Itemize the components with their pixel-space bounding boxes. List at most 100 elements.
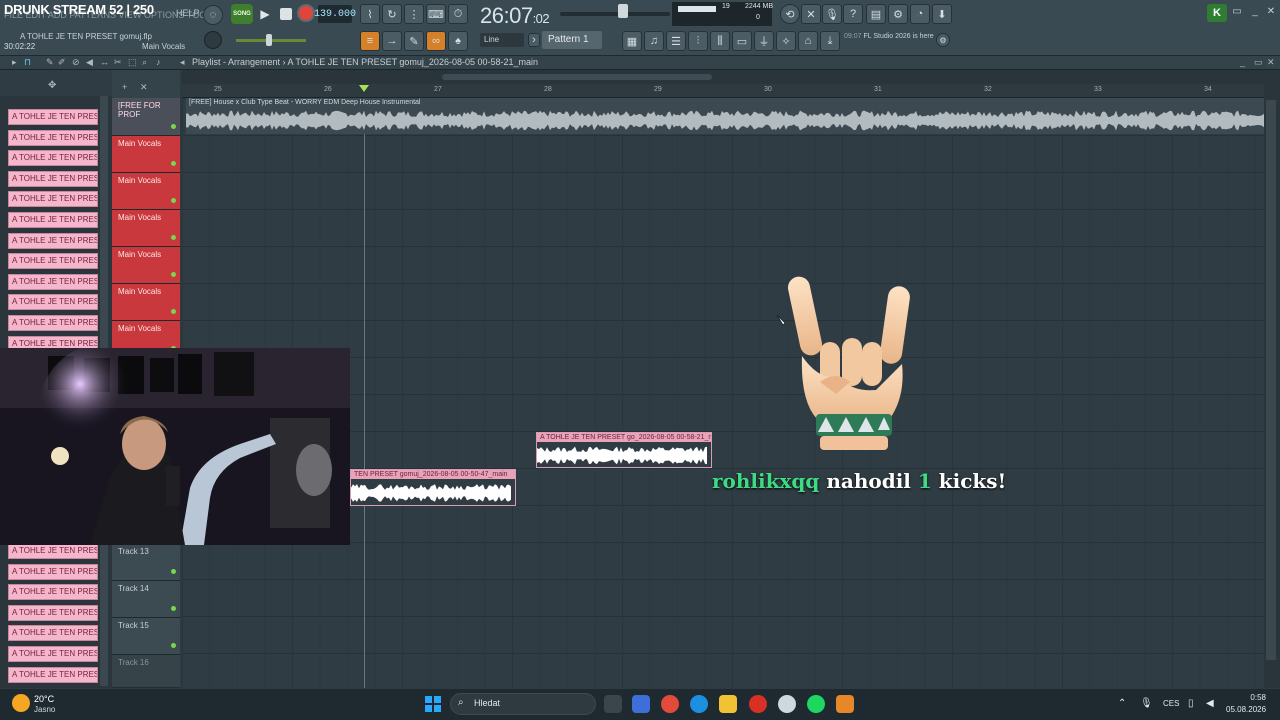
tray-volume-icon[interactable]: ◀ — [1206, 698, 1214, 709]
store-icon[interactable] — [632, 695, 650, 713]
picker-clip-item[interactable]: A TOHLE JE TEN PRESET g — [8, 150, 98, 167]
vocal-clip-a[interactable]: A TOHLE JE TEN PRESET go_2026-08-05 00-5… — [536, 432, 712, 468]
channel-rack-icon[interactable]: ▦ — [622, 31, 642, 51]
stop-button[interactable] — [280, 8, 292, 20]
picker-clip-item[interactable]: A TOHLE JE TEN PRESET g — [8, 315, 98, 331]
draw-tool-icon[interactable]: ✎ — [46, 57, 54, 68]
picker-clip-item[interactable]: A TOHLE JE TEN PRESET g — [8, 232, 98, 249]
magnet-icon[interactable]: ⊓ — [24, 57, 31, 68]
close-icon[interactable]: ✕ — [1264, 4, 1278, 18]
picker-clip-item[interactable]: A TOHLE JE TEN PRESET g — [8, 129, 98, 146]
track-6-led[interactable] — [171, 309, 176, 314]
playlist-restore-icon[interactable]: ▭ — [1254, 57, 1263, 68]
slip-tool-icon[interactable]: ↔ — [100, 57, 109, 67]
tray-mic-icon[interactable]: 🎙 — [1140, 698, 1153, 709]
pitch-slider-knob[interactable] — [618, 4, 628, 18]
kick-overlay-button[interactable]: K — [1207, 4, 1227, 22]
undo-history-icon[interactable]: ⟲ — [780, 4, 800, 24]
mixer-icon[interactable]: ✕ — [801, 4, 821, 24]
track-header-1[interactable]: [FREE FOR PROF — [112, 98, 180, 136]
link-icon[interactable]: ∞ — [426, 31, 446, 51]
clock-time[interactable]: 0:58 — [1226, 693, 1266, 702]
add-track-icon[interactable]: + — [122, 82, 127, 92]
file-explorer-icon[interactable] — [719, 695, 737, 713]
task-view-icon[interactable] — [604, 695, 622, 713]
track-13-led[interactable] — [171, 569, 176, 574]
pattern-select[interactable]: Pattern 1 — [542, 31, 602, 49]
picker-clip-item[interactable]: A TOHLE JE TEN PRESET g — [8, 191, 98, 208]
metronome-knob-icon[interactable]: ◌ — [203, 5, 223, 25]
stems-icon[interactable]: ⤓ — [820, 31, 840, 51]
fl-studio-icon[interactable] — [836, 695, 854, 713]
paint-tool-icon[interactable]: ✐ — [58, 57, 66, 68]
track-header-4[interactable]: Main Vocals — [112, 210, 180, 247]
picker-clip-item[interactable]: A TOHLE JE TEN PRESET g — [8, 563, 98, 580]
track-header-3[interactable]: Main Vocals — [112, 173, 180, 210]
plugin-icon[interactable]: ⚙ — [888, 4, 908, 24]
restore-icon[interactable]: ▭ — [1230, 4, 1244, 18]
picker-clip-item[interactable]: A TOHLE JE TEN PRESET g — [8, 625, 98, 642]
tools-icon[interactable]: ✧ — [776, 31, 796, 51]
weather-description[interactable]: Jasno — [34, 705, 55, 714]
vertical-scroll-thumb[interactable] — [1266, 100, 1276, 660]
track-14-led[interactable] — [171, 606, 176, 611]
keyboard-language[interactable]: CES — [1163, 699, 1179, 708]
select-tool-icon[interactable]: ⬚ — [128, 57, 137, 68]
playlist-close-icon[interactable]: ✕ — [1267, 57, 1275, 68]
weather-sun-icon[interactable] — [12, 694, 30, 712]
clock-date[interactable]: 05.08.2026 — [1226, 705, 1266, 714]
vocal-clip-b[interactable]: TEN PRESET gomuj_2026-08-05 00-50-47_mai… — [350, 469, 516, 506]
master-volume-knob[interactable] — [266, 34, 272, 46]
menu-help[interactable]: HELP — [176, 8, 200, 18]
back-arrow-icon[interactable]: ◂ — [180, 57, 185, 68]
mute-tool-icon[interactable]: ◀ — [86, 57, 93, 68]
download-icon[interactable]: ⬇ — [932, 4, 952, 24]
playlist-minimize-icon[interactable]: _ — [1240, 57, 1245, 67]
file-icon[interactable]: ▭ — [732, 31, 752, 51]
snap-select[interactable]: Line — [480, 33, 524, 47]
song-mode-button[interactable]: SONG — [231, 4, 253, 24]
loop-record-icon[interactable]: ↻ — [382, 4, 402, 24]
picker-clip-item[interactable]: A TOHLE JE TEN PRESET g — [8, 273, 98, 290]
step-edit-icon[interactable]: ⋮ — [404, 4, 424, 24]
beat-clip[interactable]: [FREE] House x Club Type Beat - WORRY ED… — [186, 98, 1264, 134]
minimize-icon[interactable]: _ — [1248, 4, 1262, 18]
playback-tool-icon[interactable]: ♪ — [156, 57, 161, 67]
play-button[interactable]: ▶ — [255, 4, 275, 24]
track-2-led[interactable] — [171, 161, 176, 166]
wave-tool-icon[interactable]: ⌇ — [360, 4, 380, 24]
chat-icon[interactable]: ◔ — [910, 4, 930, 24]
marketplace-icon[interactable]: ⌂ — [798, 31, 818, 51]
record-button[interactable] — [299, 6, 313, 20]
track-3-led[interactable] — [171, 198, 176, 203]
edge-icon[interactable] — [690, 695, 708, 713]
track-header-14[interactable]: Track 14 — [112, 581, 180, 618]
mixer-view-icon[interactable]: ⫶ — [688, 31, 708, 51]
picker-clip-item[interactable]: A TOHLE JE TEN PRESET g — [8, 109, 98, 125]
start-windows-icon[interactable] — [425, 696, 441, 712]
picker-clip-item[interactable]: A TOHLE JE TEN PRESET g — [8, 253, 98, 270]
tempo-display[interactable]: 139.000 — [314, 5, 356, 23]
delete-tool-icon[interactable]: ⊘ — [72, 57, 80, 68]
picker-clip-item[interactable]: A TOHLE JE TEN PRESET g — [8, 646, 98, 662]
track-header-13[interactable]: Track 13 — [112, 544, 180, 581]
track-header-16[interactable]: Track 16 — [112, 655, 180, 688]
pitch-slider-track[interactable] — [560, 12, 670, 16]
track-header-2[interactable]: Main Vocals — [112, 136, 180, 173]
master-pitch-knob[interactable] — [204, 31, 222, 49]
tray-network-icon[interactable]: ▯ — [1188, 698, 1194, 709]
news-panel[interactable]: 09:07 FL Studio 2026 is here — [844, 32, 934, 41]
track-5-led[interactable] — [171, 272, 176, 277]
slice-tool-icon[interactable]: ✂ — [114, 57, 122, 68]
typing-keyboard-icon[interactable]: ⌨ — [426, 4, 446, 24]
horizontal-scroll-thumb[interactable] — [442, 74, 712, 80]
pencil-icon[interactable]: ✎ — [404, 31, 424, 51]
help-icon[interactable]: ? — [843, 4, 863, 24]
arrow-right-icon[interactable]: → — [382, 31, 402, 51]
microphone-icon[interactable]: 🎙 — [822, 4, 842, 24]
picker-clip-item[interactable]: A TOHLE JE TEN PRESET g — [8, 666, 98, 683]
timeline-ruler[interactable]: 25 26 27 28 29 30 31 32 33 34 — [182, 84, 1264, 98]
countdown-icon[interactable]: ⏱ — [448, 4, 468, 24]
stamp-icon[interactable]: ♠ — [448, 31, 468, 51]
recorder-icon[interactable] — [749, 695, 767, 713]
